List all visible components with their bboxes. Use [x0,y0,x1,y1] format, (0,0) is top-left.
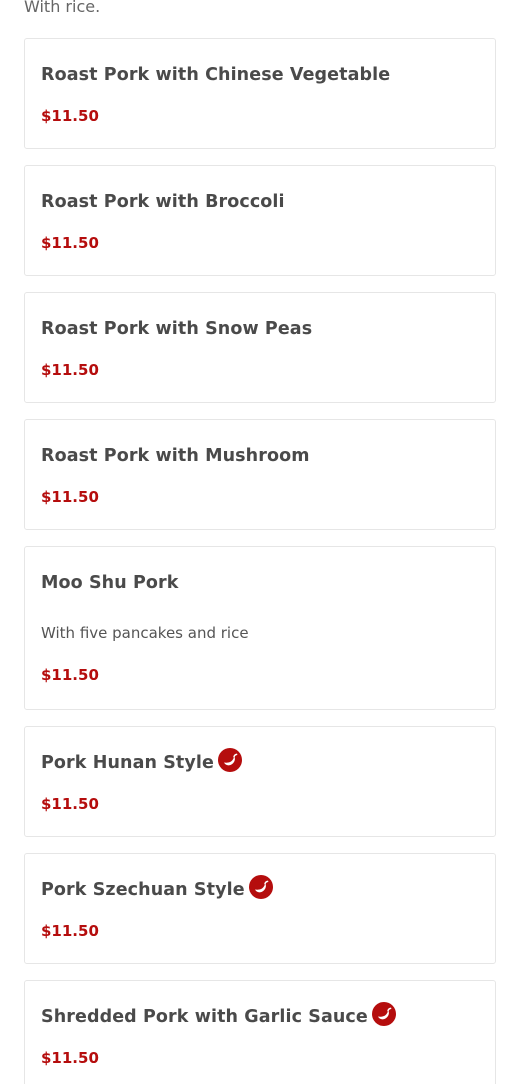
menu-item-price: $11.50 [41,795,99,813]
menu-item-price: $11.50 [41,488,99,506]
menu-item-list: Roast Pork with Chinese Vegetable $11.50… [24,38,496,1084]
menu-item-price: $11.50 [41,361,99,379]
menu-item-card[interactable]: Roast Pork with Mushroom $11.50 [24,419,496,530]
menu-item-price: $11.50 [41,234,99,252]
menu-item-title: Pork Szechuan Style [41,880,245,900]
menu-item-price: $11.50 [41,922,99,940]
menu-item-card[interactable]: Shredded Pork with Garlic Sauce $11.50 [24,980,496,1084]
chili-pepper-icon [217,748,242,772]
menu-item-card[interactable]: Pork Szechuan Style $11.50 [24,853,496,964]
menu-item-card[interactable]: Roast Pork with Broccoli $11.50 [24,165,496,276]
menu-item-price: $11.50 [41,107,99,125]
chili-pepper-icon [371,1002,396,1026]
section-note: With rice. [24,0,101,16]
menu-item-card[interactable]: Moo Shu Pork With five pancakes and rice… [24,546,496,710]
menu-item-description: With five pancakes and rice [41,624,249,642]
menu-item-card[interactable]: Roast Pork with Chinese Vegetable $11.50 [24,38,496,149]
menu-page: With rice. Roast Pork with Chinese Veget… [0,0,525,1084]
menu-item-title: Pork Hunan Style [41,753,214,773]
menu-item-card[interactable]: Pork Hunan Style $11.50 [24,726,496,837]
menu-item-title: Roast Pork with Mushroom [41,446,310,466]
chili-pepper-icon [248,875,273,899]
menu-item-title: Moo Shu Pork [41,573,179,593]
menu-item-title: Roast Pork with Chinese Vegetable [41,65,391,85]
menu-item-title: Roast Pork with Snow Peas [41,319,313,339]
menu-item-price: $11.50 [41,666,99,684]
menu-item-price: $11.50 [41,1049,99,1067]
menu-item-card[interactable]: Roast Pork with Snow Peas $11.50 [24,292,496,403]
menu-item-title: Shredded Pork with Garlic Sauce [41,1007,368,1027]
menu-item-title: Roast Pork with Broccoli [41,192,285,212]
